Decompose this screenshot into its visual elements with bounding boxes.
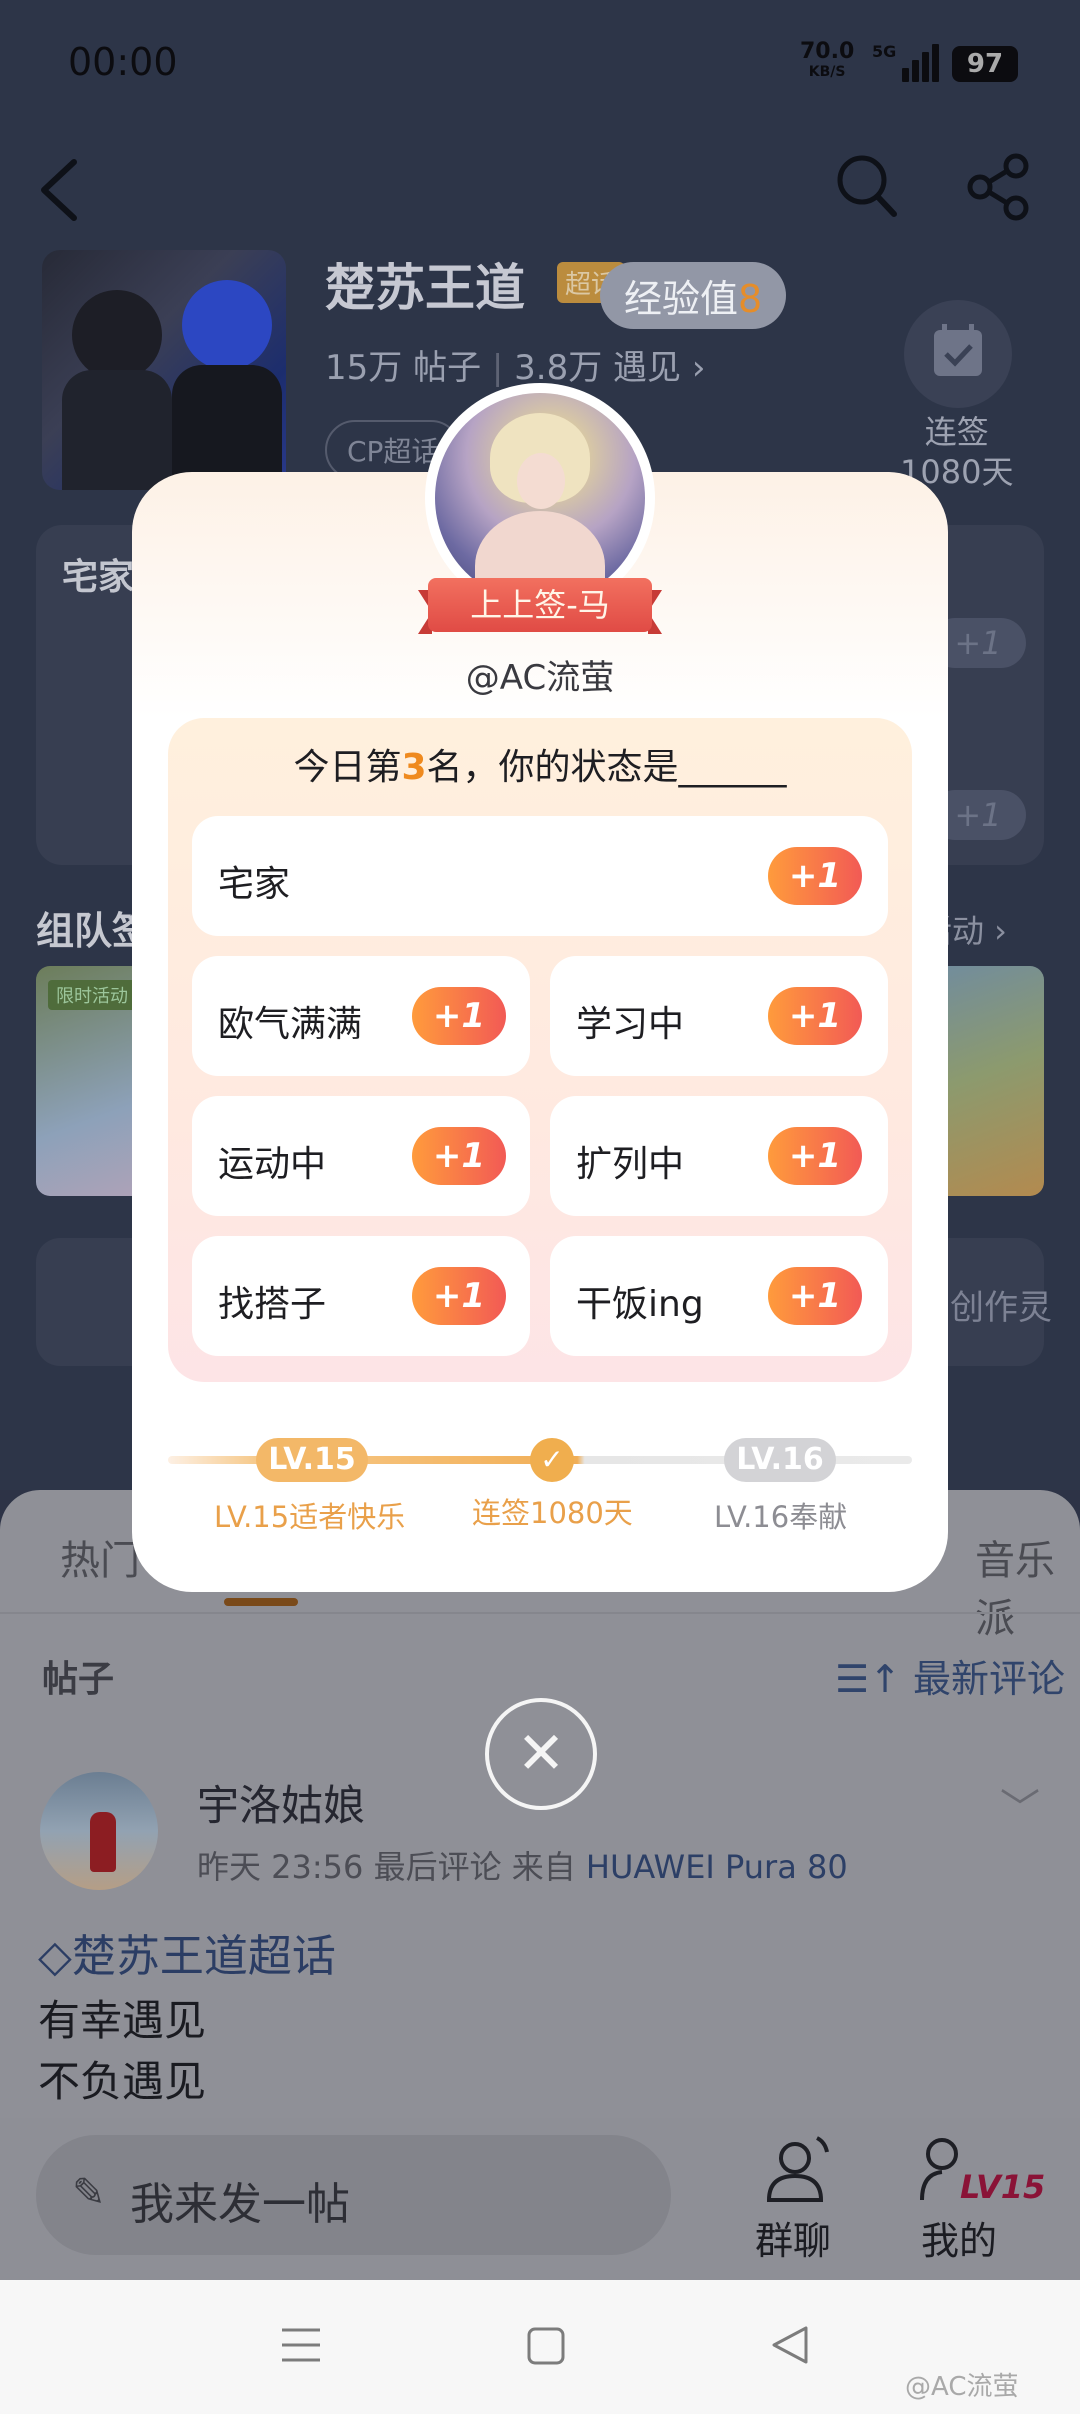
group-chat-label[interactable]: 群聊 [755, 2210, 831, 2265]
post-topic-link[interactable]: ◇楚苏王道超话 [38, 1920, 336, 1984]
posts-count: 15万 帖子 [325, 348, 482, 388]
plus-one-button[interactable]: +1 [768, 1127, 862, 1185]
compose-placeholder: 我来发一帖 [130, 2179, 350, 2230]
avatar[interactable] [40, 1772, 158, 1890]
status-bar: 00:00 70.0 KB/S 5G 97 [0, 0, 1080, 130]
speed-unit: KB/S [808, 64, 846, 80]
sort-button[interactable]: ☰↑ 最新评论 [835, 1648, 1065, 1703]
sort-icon: ☰↑ [835, 1657, 901, 1701]
status-option-label: 运动中 [218, 1144, 327, 1185]
tab-hot[interactable]: 热门 [60, 1528, 140, 1586]
topic-stats: 15万 帖子 | 3.8万 遇见 › [325, 348, 706, 388]
topic-cover-image [42, 250, 286, 490]
back-triangle-icon[interactable] [770, 2324, 810, 2366]
current-level-caption: LV.15适者快乐 [214, 1500, 406, 1534]
status-time: 00:00 [68, 40, 178, 84]
plus-one-button[interactable]: +1 [768, 987, 862, 1045]
sort-label: 最新评论 [913, 1657, 1066, 1701]
plus-one-button[interactable]: +1 [768, 1267, 862, 1325]
experience-pill: 经验值8 [600, 262, 787, 329]
tab-underline [224, 1598, 298, 1606]
home-square-icon[interactable] [526, 2326, 566, 2366]
status-prompt-title: 今日第3名，你的状态是______ [293, 747, 787, 788]
checkmark-icon: ✓ [530, 1438, 574, 1482]
topic-title: 楚苏王道 [325, 259, 525, 317]
status-option-label: 宅家 [218, 864, 291, 905]
close-dialog-button[interactable]: ✕ [485, 1698, 597, 1810]
plus-one-button[interactable]: +1 [412, 987, 506, 1045]
menu-icon[interactable] [280, 2324, 322, 2366]
group-chat-icon[interactable] [755, 2132, 835, 2208]
divider [0, 1612, 1080, 1614]
plus-one-button[interactable]: +1 [768, 847, 862, 905]
experience-label: 经验值 [624, 277, 739, 321]
rank-number: 3 [401, 747, 427, 788]
plus-one-button[interactable]: +1 [412, 1267, 506, 1325]
tab-music[interactable]: 音乐派 [975, 1528, 1080, 1644]
close-icon: ✕ [516, 1719, 566, 1787]
status-option-label: 扩列中 [576, 1144, 685, 1185]
share-icon[interactable] [966, 152, 1032, 222]
network-speed: 70.0 KB/S [800, 39, 855, 82]
post-username[interactable]: 宇洛姑娘 [197, 1772, 365, 1833]
limited-activity-tag: 限时活动 [48, 980, 136, 1010]
status-option-label: 干饭ing [576, 1284, 704, 1325]
level-badge: LV15 [960, 2168, 1046, 2206]
checkin-button[interactable] [904, 300, 1012, 408]
tools-row-label: 创作灵 [950, 1288, 1052, 1328]
experience-value: 8 [738, 277, 763, 321]
mine-label[interactable]: 我的 [921, 2210, 997, 2265]
watermark: @AC流萤 [905, 2372, 1019, 2402]
status-option-label: 学习中 [576, 1004, 685, 1045]
calendar-check-icon [934, 324, 982, 376]
back-chevron-icon[interactable] [36, 156, 84, 224]
current-level-badge: LV.15 [256, 1438, 368, 1482]
plus-one-button[interactable]: +1 [412, 1127, 506, 1185]
diamond-icon: ◇ [38, 1931, 72, 1982]
background-card-title: 宅家 [62, 557, 135, 598]
next-level-caption: LV.16奉献 [714, 1500, 848, 1534]
speed-value: 70.0 [800, 39, 855, 64]
status-option-label: 找搭子 [218, 1284, 327, 1325]
chevron-down-icon[interactable]: ﹀ [1000, 1776, 1040, 1834]
streak-caption: 连签1080天 [472, 1496, 633, 1530]
post-device: HUAWEI Pura 80 [585, 1848, 848, 1886]
post-text-line: 不负遇见 [38, 2057, 207, 2106]
search-icon[interactable] [832, 150, 900, 222]
post-text-line: 有幸遇见 [38, 1996, 207, 2045]
next-level-badge: LV.16 [724, 1438, 836, 1482]
pencil-icon: ✎ [72, 2170, 106, 2216]
posts-heading: 帖子 [42, 1659, 115, 1700]
fortune-ribbon: 上上签-马 [428, 578, 652, 632]
status-option-label: 欧气满满 [218, 1004, 363, 1045]
signal-icon [900, 44, 940, 82]
user-handle: @AC流萤 [465, 658, 615, 698]
network-type: 5G [872, 42, 897, 61]
battery-icon: 97 [952, 46, 1018, 82]
post-meta: 昨天 23:56 最后评论 来自 HUAWEI Pura 80 [197, 1848, 848, 1886]
meet-count[interactable]: 3.8万 遇见 › [514, 348, 705, 388]
